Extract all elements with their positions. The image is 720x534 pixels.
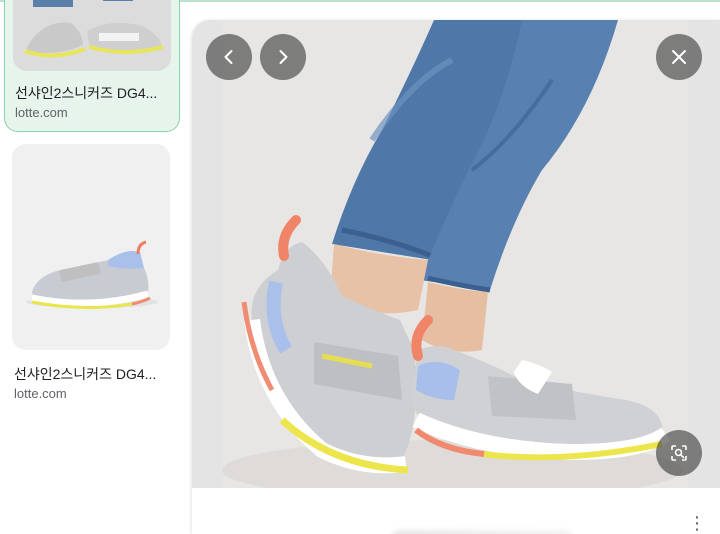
visual-search-button[interactable]: [656, 430, 702, 476]
chevron-left-icon: [224, 50, 233, 64]
result-card[interactable]: 선샤인2스니커즈 DG4... lotte.com: [4, 138, 178, 408]
next-image-button[interactable]: [260, 34, 306, 80]
image-preview-panel: [192, 20, 720, 534]
result-card-selected[interactable]: 선샤인2스니커즈 DG4... lotte.com: [4, 0, 180, 132]
result-source: lotte.com: [14, 386, 67, 401]
result-title[interactable]: 선샤인2스니커즈 DG4...: [14, 364, 174, 384]
result-thumbnail[interactable]: [12, 144, 170, 350]
chevron-right-icon: [279, 50, 288, 64]
more-vert-icon[interactable]: ⋮: [688, 512, 706, 534]
result-source: lotte.com: [15, 105, 68, 120]
caption-placeholder: [392, 530, 572, 534]
result-thumbnail[interactable]: [13, 0, 171, 71]
close-icon: [672, 50, 686, 64]
previous-image-button[interactable]: [206, 34, 252, 80]
result-title[interactable]: 선샤인2스니커즈 DG4...: [15, 83, 175, 103]
close-preview-button[interactable]: [656, 34, 702, 80]
image-search-icon: [671, 445, 687, 461]
preview-image[interactable]: [222, 20, 688, 488]
